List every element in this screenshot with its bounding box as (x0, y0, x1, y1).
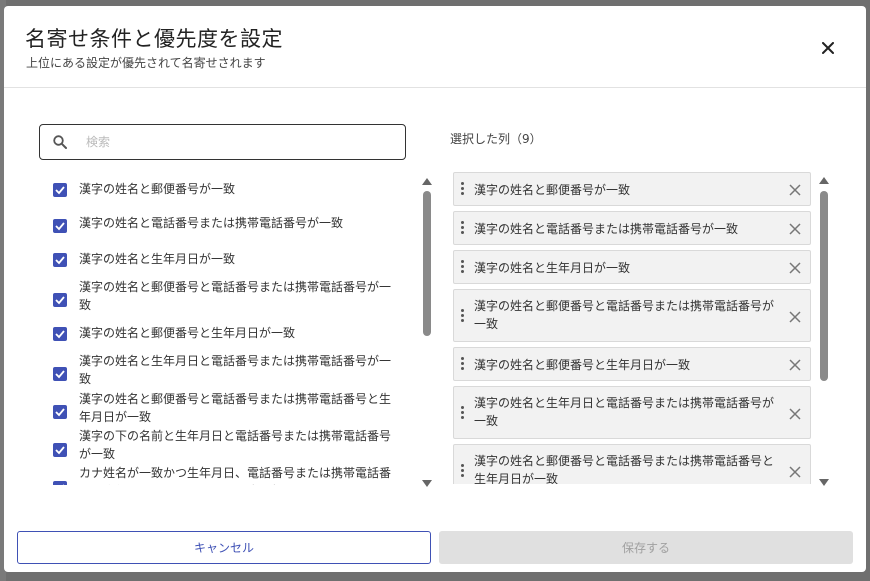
selected-list: 漢字の姓名と郵便番号が一致 漢字の姓名と電話番号または携帯電話番号が一致 漢字の… (452, 172, 814, 484)
options-list: 漢字の姓名と郵便番号が一致 漢字の姓名と電話番号または携帯電話番号が一致 漢字の… (50, 172, 400, 485)
save-button[interactable]: 保存する (439, 531, 853, 564)
option-label: 漢字の姓名と電話番号または携帯電話番号が一致 (79, 216, 344, 230)
remove-icon[interactable] (788, 261, 802, 275)
dialog-header: 名寄せ条件と優先度を設定 上位にある設定が優先されて名寄せされます (4, 6, 866, 88)
check-icon (55, 446, 65, 455)
search-icon (53, 135, 67, 149)
selected-item-label: 漢字の姓名と郵便番号と電話番号または携帯電話番号が一致 (474, 299, 775, 331)
close-button[interactable] (814, 34, 842, 62)
checkbox[interactable] (53, 327, 67, 341)
option-label: 漢字の姓名と郵便番号と電話番号または携帯電話番号と生年月日が一致 (79, 392, 392, 424)
cancel-button[interactable]: キャンセル (17, 531, 431, 564)
remove-icon[interactable] (788, 358, 802, 372)
drag-handle-icon[interactable] (461, 464, 465, 479)
selected-item-label: 漢字の姓名と郵便番号が一致 (474, 183, 631, 197)
selected-item-label: 漢字の姓名と郵便番号と電話番号または携帯電話番号と生年月日が一致 (474, 454, 775, 484)
option-label: 漢字の下の名前と生年月日と電話番号または携帯電話番号が一致 (79, 429, 392, 461)
check-icon (55, 256, 65, 265)
remove-icon[interactable] (788, 222, 802, 236)
checkbox[interactable] (53, 481, 67, 485)
option-item[interactable]: 漢字の下の名前と生年月日と電話番号または携帯電話番号が一致 (50, 426, 400, 464)
checkbox[interactable] (53, 219, 67, 233)
check-icon (55, 186, 65, 195)
checkbox[interactable] (53, 183, 67, 197)
drag-handle-icon[interactable] (461, 260, 465, 275)
selected-scrollbar[interactable] (819, 177, 829, 487)
option-item[interactable]: 漢字の姓名と生年月日と電話番号または携帯電話番号が一致 (50, 350, 400, 388)
scrollbar-thumb[interactable] (423, 191, 431, 336)
option-item[interactable]: 漢字の姓名と郵便番号と電話番号または携帯電話番号が一致 (50, 276, 400, 316)
selected-item-label: 漢字の姓名と電話番号または携帯電話番号が一致 (474, 222, 739, 236)
dialog: 名寄せ条件と優先度を設定 上位にある設定が優先されて名寄せされます 漢字の姓名と… (4, 6, 866, 572)
selected-item[interactable]: 漢字の姓名と郵便番号が一致 (453, 172, 811, 206)
check-icon (55, 330, 65, 339)
selected-item[interactable]: 漢字の姓名と生年月日が一致 (453, 250, 811, 284)
scroll-up-arrow-icon[interactable] (819, 177, 829, 184)
selected-item[interactable]: 漢字の姓名と郵便番号と電話番号または携帯電話番号と生年月日が一致 (453, 444, 811, 484)
check-icon (55, 408, 65, 417)
option-item[interactable]: 漢字の姓名と電話番号または携帯電話番号が一致 (50, 206, 400, 242)
option-label: 漢字の姓名と生年月日と電話番号または携帯電話番号が一致 (79, 354, 392, 386)
selected-item-label: 漢字の姓名と郵便番号と生年月日が一致 (474, 358, 691, 372)
selected-item[interactable]: 漢字の姓名と電話番号または携帯電話番号が一致 (453, 211, 811, 245)
option-item[interactable]: 漢字の姓名と生年月日が一致 (50, 242, 400, 276)
selected-item[interactable]: 漢字の姓名と郵便番号と生年月日が一致 (453, 347, 811, 381)
option-item[interactable]: 漢字の姓名と郵便番号と生年月日が一致 (50, 316, 400, 350)
remove-icon[interactable] (788, 407, 802, 421)
selected-panel: 選択した列（9） 漢字の姓名と郵便番号が一致 漢字の姓名と電話番号または携帯電話… (444, 88, 864, 498)
remove-icon[interactable] (788, 310, 802, 324)
check-icon (55, 296, 65, 305)
options-panel: 漢字の姓名と郵便番号が一致 漢字の姓名と電話番号または携帯電話番号が一致 漢字の… (4, 88, 434, 498)
checkbox[interactable] (53, 367, 67, 381)
drag-handle-icon[interactable] (461, 406, 465, 421)
option-label: 漢字の姓名と生年月日が一致 (79, 252, 236, 266)
checkbox[interactable] (53, 293, 67, 307)
checkbox[interactable] (53, 443, 67, 457)
option-label: 漢字の姓名と郵便番号が一致 (79, 182, 236, 196)
scrollbar-thumb[interactable] (820, 191, 828, 381)
selected-item[interactable]: 漢字の姓名と生年月日と電話番号または携帯電話番号が一致 (453, 386, 811, 439)
remove-icon[interactable] (788, 465, 802, 479)
selected-item-label: 漢字の姓名と生年月日が一致 (474, 261, 631, 275)
option-item[interactable]: カナ姓名が一致かつ生年月日、電話番号または携帯電話番号、郵便番号のうち、2つ以上… (50, 464, 400, 485)
check-icon (62, 484, 64, 485)
option-item[interactable]: 漢字の姓名と郵便番号と電話番号または携帯電話番号と生年月日が一致 (50, 388, 400, 426)
check-icon (55, 222, 65, 231)
close-icon (822, 42, 834, 54)
selected-item[interactable]: 漢字の姓名と郵便番号と電話番号または携帯電話番号が一致 (453, 289, 811, 342)
option-label: 漢字の姓名と郵便番号と電話番号または携帯電話番号が一致 (79, 280, 392, 312)
options-scrollbar[interactable] (422, 178, 432, 488)
search-box[interactable] (39, 124, 406, 160)
drag-handle-icon[interactable] (461, 309, 465, 324)
selected-count-title: 選択した列（9） (450, 132, 542, 146)
selected-item-label: 漢字の姓名と生年月日と電話番号または携帯電話番号が一致 (474, 396, 775, 428)
checkbox[interactable] (53, 253, 67, 267)
check-icon (55, 370, 65, 379)
option-label: カナ姓名が一致かつ生年月日、電話番号または携帯電話番号、郵便番号のうち、2つ以上… (79, 466, 392, 485)
drag-handle-icon[interactable] (461, 182, 465, 197)
checkbox[interactable] (53, 405, 67, 419)
option-label: 漢字の姓名と郵便番号と生年月日が一致 (79, 326, 296, 340)
dialog-title: 名寄せ条件と優先度を設定 (25, 27, 283, 51)
drag-handle-icon[interactable] (461, 357, 465, 372)
remove-icon[interactable] (788, 183, 802, 197)
dialog-subtitle: 上位にある設定が優先されて名寄せされます (26, 56, 266, 70)
option-item[interactable]: 漢字の姓名と郵便番号が一致 (50, 172, 400, 206)
drag-handle-icon[interactable] (461, 221, 465, 236)
scroll-down-arrow-icon[interactable] (422, 480, 432, 487)
scroll-down-arrow-icon[interactable] (819, 479, 829, 486)
scroll-up-arrow-icon[interactable] (422, 178, 432, 185)
search-input[interactable] (86, 131, 386, 153)
